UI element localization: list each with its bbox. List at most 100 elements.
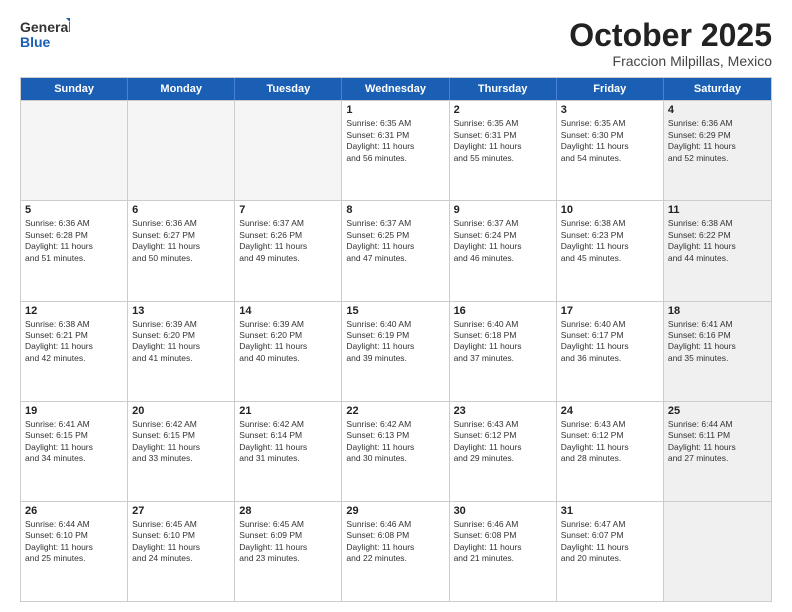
- cal-cell-empty-0-1: [128, 101, 235, 200]
- cell-info: Sunrise: 6:41 AMSunset: 6:15 PMDaylight:…: [25, 419, 123, 465]
- cell-info: Sunrise: 6:37 AMSunset: 6:24 PMDaylight:…: [454, 218, 552, 264]
- page: General Blue October 2025 Fraccion Milpi…: [0, 0, 792, 612]
- day-number: 27: [132, 505, 230, 517]
- cell-info: Sunrise: 6:40 AMSunset: 6:18 PMDaylight:…: [454, 319, 552, 365]
- day-number: 22: [346, 405, 444, 417]
- cal-cell-10: 10 Sunrise: 6:38 AMSunset: 6:23 PMDayligh…: [557, 201, 664, 300]
- cal-cell-24: 24 Sunrise: 6:43 AMSunset: 6:12 PMDayligh…: [557, 402, 664, 501]
- calendar: SundayMondayTuesdayWednesdayThursdayFrid…: [20, 77, 772, 602]
- cal-cell-31: 31 Sunrise: 6:47 AMSunset: 6:07 PMDayligh…: [557, 502, 664, 601]
- cal-cell-empty-0-0: [21, 101, 128, 200]
- cell-info: Sunrise: 6:45 AMSunset: 6:10 PMDaylight:…: [132, 519, 230, 565]
- cal-cell-5: 5Sunrise: 6:36 AMSunset: 6:28 PMDaylight…: [21, 201, 128, 300]
- cal-cell-1: 1 Sunrise: 6:35 AMSunset: 6:31 PMDaylight…: [342, 101, 449, 200]
- day-number: 16: [454, 305, 552, 317]
- day-number: 26: [25, 505, 123, 517]
- subtitle: Fraccion Milpillas, Mexico: [569, 53, 772, 69]
- cal-cell-8: 8Sunrise: 6:37 AMSunset: 6:25 PMDaylight…: [342, 201, 449, 300]
- day-number: 3: [561, 104, 659, 116]
- svg-text:General: General: [20, 19, 70, 35]
- cell-info: Sunrise: 6:38 AMSunset: 6:23 PMDaylight:…: [561, 218, 659, 264]
- header: General Blue October 2025 Fraccion Milpi…: [20, 18, 772, 69]
- cell-info: Sunrise: 6:43 AMSunset: 6:12 PMDaylight:…: [454, 419, 552, 465]
- cal-cell-26: 26 Sunrise: 6:44 AMSunset: 6:10 PMDayligh…: [21, 502, 128, 601]
- cal-cell-17: 17 Sunrise: 6:40 AMSunset: 6:17 PMDayligh…: [557, 302, 664, 401]
- cell-info: Sunrise: 6:45 AMSunset: 6:09 PMDaylight:…: [239, 519, 337, 565]
- day-number: 20: [132, 405, 230, 417]
- cal-cell-30: 30 Sunrise: 6:46 AMSunset: 6:08 PMDayligh…: [450, 502, 557, 601]
- cal-row-4: 26 Sunrise: 6:44 AMSunset: 6:10 PMDayligh…: [21, 501, 771, 601]
- cell-info: Sunrise: 6:35 AMSunset: 6:31 PMDaylight:…: [346, 118, 444, 164]
- day-number: 21: [239, 405, 337, 417]
- cal-cell-20: 20 Sunrise: 6:42 AMSunset: 6:15 PMDayligh…: [128, 402, 235, 501]
- day-number: 10: [561, 204, 659, 216]
- cal-cell-19: 19 Sunrise: 6:41 AMSunset: 6:15 PMDayligh…: [21, 402, 128, 501]
- title-block: October 2025 Fraccion Milpillas, Mexico: [569, 18, 772, 69]
- cal-row-2: 12Sunrise: 6:38 AMSunset: 6:21 PMDayligh…: [21, 301, 771, 401]
- month-title: October 2025: [569, 18, 772, 53]
- cal-cell-3: 3 Sunrise: 6:35 AMSunset: 6:30 PMDaylight…: [557, 101, 664, 200]
- cell-info: Sunrise: 6:46 AMSunset: 6:08 PMDaylight:…: [454, 519, 552, 565]
- cal-cell-11: 11Sunrise: 6:38 AMSunset: 6:22 PMDayligh…: [664, 201, 771, 300]
- cal-cell-25: 25Sunrise: 6:44 AMSunset: 6:11 PMDayligh…: [664, 402, 771, 501]
- logo: General Blue: [20, 18, 70, 54]
- cal-cell-7: 7 Sunrise: 6:37 AMSunset: 6:26 PMDaylight…: [235, 201, 342, 300]
- cal-cell-13: 13Sunrise: 6:39 AMSunset: 6:20 PMDayligh…: [128, 302, 235, 401]
- cell-info: Sunrise: 6:42 AMSunset: 6:14 PMDaylight:…: [239, 419, 337, 465]
- day-number: 14: [239, 305, 337, 317]
- header-sunday: Sunday: [21, 78, 128, 100]
- cell-info: Sunrise: 6:44 AMSunset: 6:11 PMDaylight:…: [668, 419, 767, 465]
- day-number: 1: [346, 104, 444, 116]
- cell-info: Sunrise: 6:42 AMSunset: 6:15 PMDaylight:…: [132, 419, 230, 465]
- cell-info: Sunrise: 6:47 AMSunset: 6:07 PMDaylight:…: [561, 519, 659, 565]
- cal-cell-18: 18Sunrise: 6:41 AMSunset: 6:16 PMDayligh…: [664, 302, 771, 401]
- cell-info: Sunrise: 6:37 AMSunset: 6:26 PMDaylight:…: [239, 218, 337, 264]
- cal-row-3: 19 Sunrise: 6:41 AMSunset: 6:15 PMDayligh…: [21, 401, 771, 501]
- day-number: 18: [668, 305, 767, 317]
- cal-cell-12: 12Sunrise: 6:38 AMSunset: 6:21 PMDayligh…: [21, 302, 128, 401]
- calendar-header: SundayMondayTuesdayWednesdayThursdayFrid…: [21, 78, 771, 100]
- cal-cell-9: 9 Sunrise: 6:37 AMSunset: 6:24 PMDaylight…: [450, 201, 557, 300]
- day-number: 7: [239, 204, 337, 216]
- header-monday: Monday: [128, 78, 235, 100]
- day-number: 28: [239, 505, 337, 517]
- cal-cell-4: 4Sunrise: 6:36 AMSunset: 6:29 PMDaylight…: [664, 101, 771, 200]
- cell-info: Sunrise: 6:42 AMSunset: 6:13 PMDaylight:…: [346, 419, 444, 465]
- cal-cell-empty-4-6: [664, 502, 771, 601]
- cal-cell-28: 28 Sunrise: 6:45 AMSunset: 6:09 PMDayligh…: [235, 502, 342, 601]
- logo-svg: General Blue: [20, 18, 70, 54]
- cell-info: Sunrise: 6:43 AMSunset: 6:12 PMDaylight:…: [561, 419, 659, 465]
- day-number: 19: [25, 405, 123, 417]
- cell-info: Sunrise: 6:36 AMSunset: 6:29 PMDaylight:…: [668, 118, 767, 164]
- day-number: 6: [132, 204, 230, 216]
- cal-cell-23: 23Sunrise: 6:43 AMSunset: 6:12 PMDayligh…: [450, 402, 557, 501]
- cell-info: Sunrise: 6:44 AMSunset: 6:10 PMDaylight:…: [25, 519, 123, 565]
- cell-info: Sunrise: 6:38 AMSunset: 6:22 PMDaylight:…: [668, 218, 767, 264]
- day-number: 12: [25, 305, 123, 317]
- day-number: 2: [454, 104, 552, 116]
- cell-info: Sunrise: 6:35 AMSunset: 6:31 PMDaylight:…: [454, 118, 552, 164]
- day-number: 13: [132, 305, 230, 317]
- header-wednesday: Wednesday: [342, 78, 449, 100]
- header-saturday: Saturday: [664, 78, 771, 100]
- cal-cell-21: 21 Sunrise: 6:42 AMSunset: 6:14 PMDayligh…: [235, 402, 342, 501]
- day-number: 17: [561, 305, 659, 317]
- cal-cell-29: 29Sunrise: 6:46 AMSunset: 6:08 PMDayligh…: [342, 502, 449, 601]
- header-friday: Friday: [557, 78, 664, 100]
- cell-info: Sunrise: 6:40 AMSunset: 6:17 PMDaylight:…: [561, 319, 659, 365]
- cell-info: Sunrise: 6:36 AMSunset: 6:27 PMDaylight:…: [132, 218, 230, 264]
- day-number: 30: [454, 505, 552, 517]
- cell-info: Sunrise: 6:36 AMSunset: 6:28 PMDaylight:…: [25, 218, 123, 264]
- header-tuesday: Tuesday: [235, 78, 342, 100]
- day-number: 9: [454, 204, 552, 216]
- cal-cell-16: 16 Sunrise: 6:40 AMSunset: 6:18 PMDayligh…: [450, 302, 557, 401]
- day-number: 15: [346, 305, 444, 317]
- cal-cell-27: 27 Sunrise: 6:45 AMSunset: 6:10 PMDayligh…: [128, 502, 235, 601]
- cal-row-0: 1 Sunrise: 6:35 AMSunset: 6:31 PMDaylight…: [21, 100, 771, 200]
- cal-cell-empty-0-2: [235, 101, 342, 200]
- cell-info: Sunrise: 6:35 AMSunset: 6:30 PMDaylight:…: [561, 118, 659, 164]
- cell-info: Sunrise: 6:46 AMSunset: 6:08 PMDaylight:…: [346, 519, 444, 565]
- svg-text:Blue: Blue: [20, 34, 51, 50]
- day-number: 31: [561, 505, 659, 517]
- day-number: 24: [561, 405, 659, 417]
